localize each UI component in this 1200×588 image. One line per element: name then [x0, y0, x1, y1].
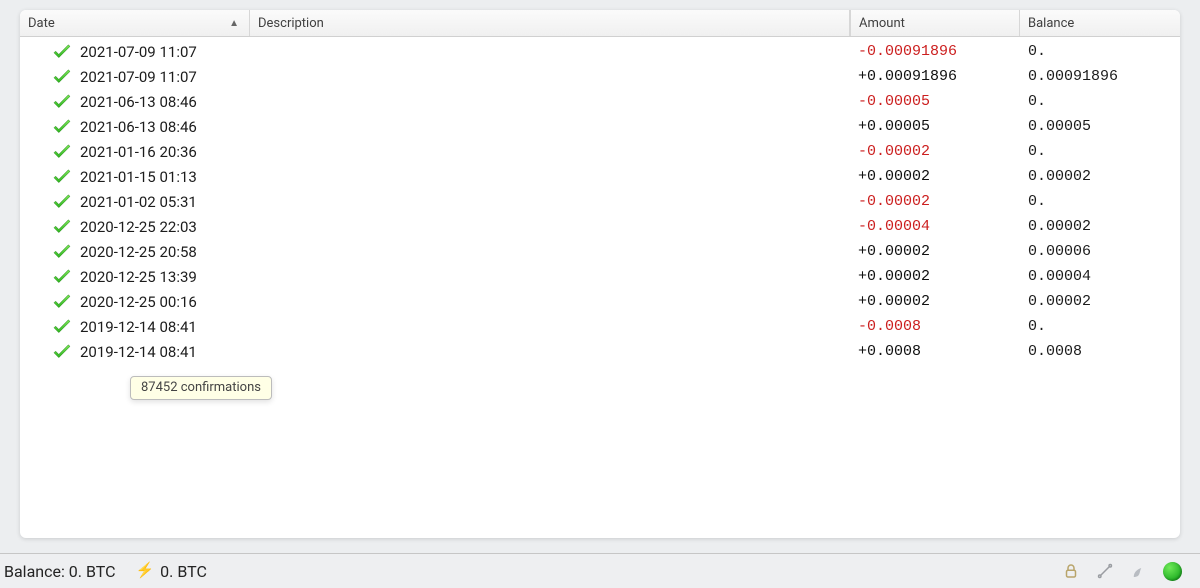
transaction-balance: 0. — [1020, 93, 1180, 110]
column-header-amount[interactable]: Amount — [850, 10, 1020, 36]
confirmed-icon — [20, 344, 74, 360]
sort-asc-icon: ▲ — [229, 18, 239, 29]
transaction-amount: +0.00002 — [850, 293, 1020, 310]
transaction-date: 2020-12-25 00:16 — [74, 293, 250, 311]
transaction-amount: -0.00002 — [850, 193, 1020, 210]
history-panel: Date ▲ Description Amount Balance 2021-0… — [20, 10, 1180, 538]
transaction-row[interactable]: 2019-12-14 08:41 +0.00080.0008 — [20, 339, 1180, 364]
transaction-date: 2021-01-02 05:31 — [74, 193, 250, 211]
transaction-balance: 0. — [1020, 193, 1180, 210]
confirmations-tooltip-text: 87452 confirmations — [141, 380, 261, 395]
confirmed-icon — [20, 294, 74, 310]
transaction-amount: +0.00002 — [850, 168, 1020, 185]
confirmed-icon — [20, 69, 74, 85]
column-header-row: Date ▲ Description Amount Balance — [20, 10, 1180, 37]
confirmed-icon — [20, 119, 74, 135]
confirmed-icon — [20, 44, 74, 60]
transaction-row[interactable]: 2021-01-02 05:31 -0.000020. — [20, 189, 1180, 214]
status-lightning: ⚡ 0. BTC — [135, 562, 206, 581]
transaction-amount: -0.00091896 — [850, 43, 1020, 60]
transaction-row[interactable]: 2021-07-09 11:07 +0.000918960.00091896 — [20, 64, 1180, 89]
confirmed-icon — [20, 269, 74, 285]
transaction-date: 2021-01-15 01:13 — [74, 168, 250, 186]
transaction-balance: 0.00002 — [1020, 168, 1180, 185]
confirmations-tooltip: 87452 confirmations — [130, 376, 272, 400]
transaction-amount: +0.00005 — [850, 118, 1020, 135]
transaction-row[interactable]: 2020-12-25 13:39 +0.000020.00004 — [20, 264, 1180, 289]
column-header-date[interactable]: Date ▲ — [20, 10, 250, 36]
column-header-balance-label: Balance — [1028, 16, 1074, 31]
transaction-row[interactable]: 2019-12-14 08:41 -0.00080. — [20, 314, 1180, 339]
lightning-icon: ⚡ — [135, 561, 154, 579]
column-header-description-label: Description — [258, 16, 324, 31]
transaction-amount: -0.0008 — [850, 318, 1020, 335]
transaction-balance: 0. — [1020, 143, 1180, 160]
transaction-row[interactable]: 2020-12-25 00:16 +0.000020.00002 — [20, 289, 1180, 314]
transaction-balance: 0. — [1020, 318, 1180, 335]
column-header-description[interactable]: Description — [250, 10, 850, 36]
network-status-icon[interactable] — [1163, 562, 1182, 581]
transaction-balance: 0.00091896 — [1020, 68, 1180, 85]
transaction-date: 2020-12-25 20:58 — [74, 243, 250, 261]
transaction-amount: -0.00002 — [850, 143, 1020, 160]
transaction-balance: 0.00005 — [1020, 118, 1180, 135]
transaction-date: 2020-12-25 22:03 — [74, 218, 250, 236]
transaction-balance: 0.00002 — [1020, 218, 1180, 235]
confirmed-icon — [20, 244, 74, 260]
column-header-amount-label: Amount — [859, 16, 905, 31]
transaction-amount: -0.00005 — [850, 93, 1020, 110]
column-header-date-label: Date — [28, 16, 55, 31]
seed-icon[interactable] — [1129, 561, 1149, 581]
transaction-date: 2021-06-13 08:46 — [74, 93, 250, 111]
confirmed-icon — [20, 319, 74, 335]
transaction-date: 2021-01-16 20:36 — [74, 143, 250, 161]
status-lightning-label: 0. BTC — [160, 562, 207, 581]
transaction-list: 2021-07-09 11:07-0.000918960.2021-07-09 … — [20, 37, 1180, 364]
transaction-amount: +0.0008 — [850, 343, 1020, 360]
status-bar: Balance: 0. BTC ⚡ 0. BTC — [0, 553, 1200, 588]
transaction-row[interactable]: 2021-01-15 01:13 +0.000020.00002 — [20, 164, 1180, 189]
transaction-date: 2021-07-09 11:07 — [74, 68, 250, 86]
transaction-balance: 0.00002 — [1020, 293, 1180, 310]
confirmed-icon — [20, 144, 74, 160]
transaction-date: 2021-07-09 11:07 — [74, 43, 250, 61]
confirmed-icon — [20, 94, 74, 110]
transaction-balance: 0. — [1020, 43, 1180, 60]
transaction-row[interactable]: 2021-07-09 11:07 -0.000918960. — [20, 39, 1180, 64]
transaction-amount: +0.00002 — [850, 243, 1020, 260]
column-header-balance[interactable]: Balance — [1020, 10, 1180, 36]
confirmed-icon — [20, 219, 74, 235]
transaction-amount: +0.00091896 — [850, 68, 1020, 85]
transaction-row[interactable]: 2021-06-13 08:46 -0.000050. — [20, 89, 1180, 114]
transaction-amount: +0.00002 — [850, 268, 1020, 285]
transaction-row[interactable]: 2020-12-25 20:58 +0.000020.00006 — [20, 239, 1180, 264]
status-icons — [1061, 561, 1182, 581]
confirmed-icon — [20, 194, 74, 210]
transaction-row[interactable]: 2021-01-16 20:36 -0.000020. — [20, 139, 1180, 164]
transaction-balance: 0.00006 — [1020, 243, 1180, 260]
transaction-balance: 0.00004 — [1020, 268, 1180, 285]
confirmed-icon — [20, 169, 74, 185]
tools-icon[interactable] — [1095, 561, 1115, 581]
transaction-date: 2020-12-25 13:39 — [74, 268, 250, 286]
transaction-row[interactable]: 2020-12-25 22:03 -0.000040.00002 — [20, 214, 1180, 239]
transaction-row[interactable]: 2021-06-13 08:46 +0.000050.00005 — [20, 114, 1180, 139]
transaction-balance: 0.0008 — [1020, 343, 1180, 360]
transaction-amount: -0.00004 — [850, 218, 1020, 235]
transaction-date: 2021-06-13 08:46 — [74, 118, 250, 136]
status-balance: Balance: 0. BTC — [0, 562, 115, 581]
transaction-date: 2019-12-14 08:41 — [74, 343, 250, 361]
transaction-date: 2019-12-14 08:41 — [74, 318, 250, 336]
lock-icon[interactable] — [1061, 561, 1081, 581]
